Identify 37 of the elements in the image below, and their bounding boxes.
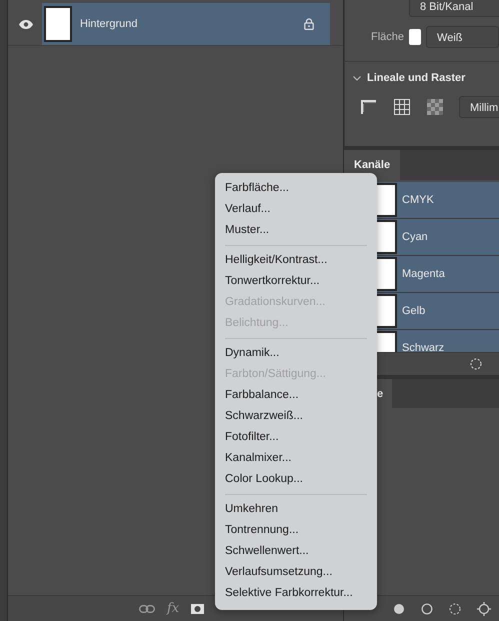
menu-item[interactable]: Dynamik... xyxy=(215,343,377,364)
menu-item[interactable]: Fotofilter... xyxy=(215,427,377,448)
layer-name: Hintergrund xyxy=(80,18,138,30)
menu-item[interactable]: Selektive Farbkorrektur... xyxy=(215,583,377,604)
ruler-icon[interactable] xyxy=(361,99,377,115)
filled-circle-icon[interactable] xyxy=(393,602,405,614)
layer-thumbnail xyxy=(44,6,72,42)
section-title: Lineale und Raster xyxy=(367,72,466,84)
menu-item[interactable]: Farbbalance... xyxy=(215,385,377,406)
menu-item[interactable]: Tontrennung... xyxy=(215,520,377,541)
menu-item[interactable]: Schwellenwert... xyxy=(215,541,377,562)
chevron-icon[interactable] xyxy=(353,76,361,80)
color-swatch[interactable] xyxy=(409,29,422,45)
layer-row[interactable]: Hintergrund xyxy=(42,3,330,45)
circle-outline-icon[interactable] xyxy=(421,602,433,614)
link-icon[interactable] xyxy=(139,604,155,612)
menu-item[interactable]: Umkehren xyxy=(215,499,377,520)
bit-depth-dropdown[interactable]: 8 Bit/Kanal xyxy=(409,0,499,17)
grid-icon[interactable] xyxy=(394,99,410,115)
channel-name: Cyan xyxy=(402,231,428,243)
dashed-circle-icon[interactable] xyxy=(449,602,461,614)
checkerboard-icon[interactable] xyxy=(427,99,443,115)
channel-name: Gelb xyxy=(402,305,426,317)
channel-name: CMYK xyxy=(402,194,434,206)
eye-icon[interactable] xyxy=(19,20,33,28)
mask-icon[interactable] xyxy=(191,604,204,614)
dashed-circle-icon[interactable] xyxy=(470,358,482,370)
menu-item[interactable]: Schwarzweiß... xyxy=(215,406,377,427)
channel-name: Magenta xyxy=(402,268,445,280)
anchor-circle-icon[interactable] xyxy=(477,602,491,616)
menu-item[interactable]: Color Lookup... xyxy=(215,469,377,490)
units-dropdown[interactable]: Millim xyxy=(459,96,499,118)
fill-label: Fläche xyxy=(371,31,404,43)
menu-item[interactable]: Kanalmixer... xyxy=(215,448,377,469)
menu-item[interactable]: Verlaufsumsetzung... xyxy=(215,562,377,583)
channel-name: Schwarz xyxy=(402,342,444,352)
fill-dropdown[interactable]: Weiß xyxy=(426,26,499,48)
